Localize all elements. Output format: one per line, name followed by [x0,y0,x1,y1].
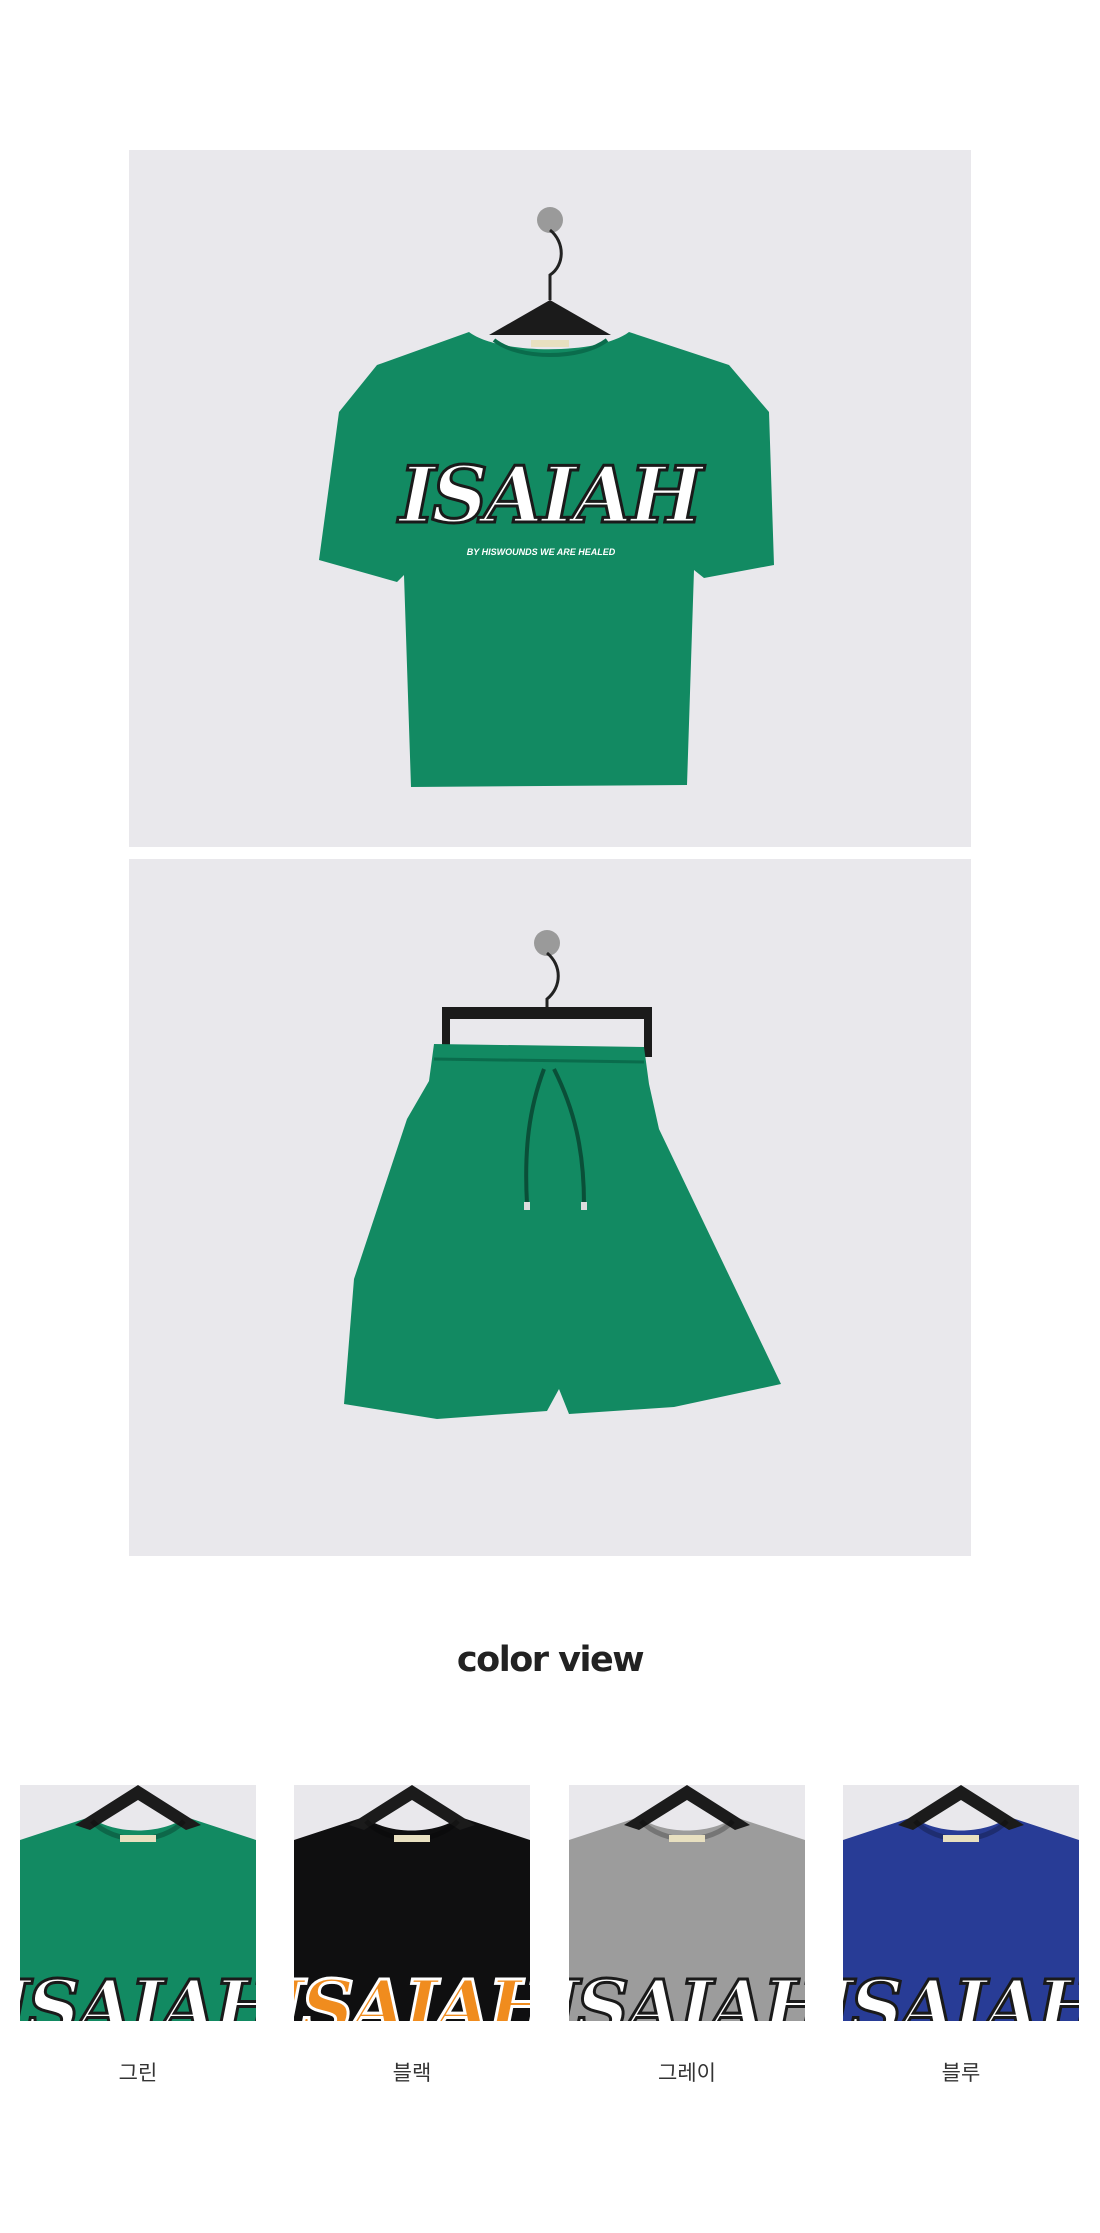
green-shorts-illustration [344,930,781,1419]
swatch-print-logo: ISAIAH [569,1965,805,2021]
swatch-neck-label [669,1835,705,1842]
swatch-closeup-illustration: ISAIAH [569,1785,805,2021]
tshirt-print-logo: ISAIAH [397,450,705,541]
swatch-black[interactable]: ISAIAH [294,1785,530,2021]
swatch-label-black: 블랙 [392,2061,432,2085]
tshirt-product-photo: ISAIAH BY HISWOUNDS WE ARE HEALED [129,150,971,847]
tshirt-print-tagline: BY HISWOUNDS WE ARE HEALED [467,547,616,557]
hanger-hook [545,951,560,1009]
hanger-hook-knob [537,207,563,233]
swatch-gray[interactable]: ISAIAH [569,1785,805,2021]
swatch-closeup-illustration: ISAIAH [20,1785,256,2021]
hanger-bar [442,1007,652,1019]
tshirt-neck-label [531,340,569,347]
hanger-hook-knob [534,930,560,956]
swatch-label-green: 그린 [118,2061,158,2085]
green-tshirt-illustration: ISAIAH BY HISWOUNDS WE ARE HEALED [319,207,774,787]
drawstring-tip-left [524,1202,530,1210]
swatch-closeup-illustration: ISAIAH [294,1785,530,2021]
shorts-product-photo [129,859,971,1556]
drawstring-tip-right [581,1202,587,1210]
hanger-clip-right [644,1007,652,1057]
shorts-body [344,1044,781,1419]
tshirt-body [319,332,774,787]
swatch-blue[interactable]: ISAIAH [843,1785,1079,2021]
hanger-body [489,300,611,335]
color-view-heading: color view [456,1640,645,1680]
swatch-print-logo: ISAIAH [294,1965,530,2021]
swatch-print-logo: ISAIAH [843,1965,1079,2021]
swatch-neck-label [394,1835,430,1842]
swatch-neck-label [943,1835,979,1842]
hanger-hook [548,228,563,300]
swatch-label-gray: 그레이 [658,2061,716,2085]
swatch-label-blue: 블루 [941,2061,981,2085]
swatch-green[interactable]: ISAIAH [20,1785,256,2021]
swatch-closeup-illustration: ISAIAH [843,1785,1079,2021]
swatch-print-logo: ISAIAH [20,1965,256,2021]
swatch-neck-label [120,1835,156,1842]
